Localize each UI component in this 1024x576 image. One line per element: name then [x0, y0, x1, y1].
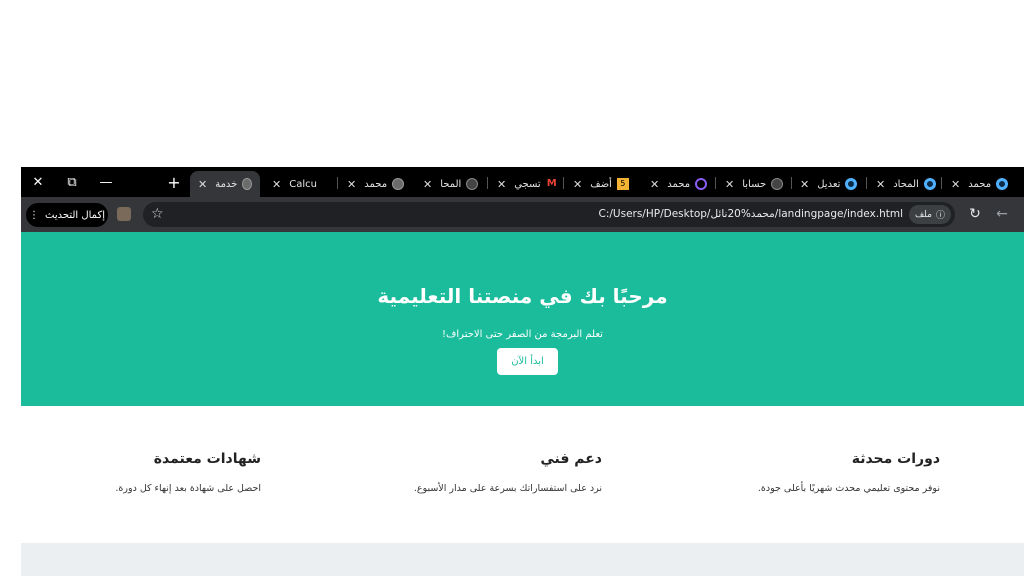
- tab-hisaba[interactable]: ✕ حسابا: [725, 171, 784, 197]
- tab-close-icon[interactable]: ✕: [272, 178, 281, 191]
- tab-separator: [866, 177, 867, 189]
- feature-text: نرد على استفساراتك بسرعة على مدار الأسبو…: [413, 483, 602, 494]
- browser-window: ✕ ⧉ — + ✕ خدمة ✕ Calcu ✕ محمد ✕ المحا ✕ …: [21, 167, 1024, 576]
- tab-close-icon[interactable]: ✕: [347, 178, 356, 191]
- address-bar[interactable]: ☆ C:/Users/HP/Desktop/محمد%20نائل/landin…: [143, 202, 955, 227]
- start-now-button[interactable]: ابدأ الآن: [497, 348, 558, 375]
- globe-icon: [392, 178, 405, 190]
- tab-separator: [563, 177, 564, 189]
- tab-tasjeel[interactable]: ✕ تسجي M: [497, 171, 558, 197]
- site-info-chip[interactable]: ملف ⓘ: [908, 205, 951, 224]
- tab-title: خدمة: [215, 178, 238, 190]
- gmail-icon: M: [546, 178, 557, 189]
- hero-section: مرحبًا بك في منصتنا التعليمية تعلم البرم…: [21, 232, 1024, 406]
- tab-almuha[interactable]: ✕ المحا: [423, 171, 479, 197]
- tab-title: محمد: [667, 178, 691, 190]
- tab-close-icon[interactable]: ✕: [800, 178, 809, 191]
- feature-tech-support: دعم فني نرد على استفساراتك بسرعة على مدا…: [342, 451, 602, 494]
- info-icon: ⓘ: [935, 211, 945, 221]
- tab-close-icon[interactable]: ✕: [497, 178, 506, 191]
- tab-title: تسجي: [514, 178, 541, 190]
- tab-taadil[interactable]: ✕ تعديل: [800, 171, 858, 197]
- feature-updated-courses: دورات محدثة نوفر محتوى تعليمي محدث شهريً…: [680, 451, 940, 494]
- tab-separator: [715, 177, 716, 189]
- tab-close-icon[interactable]: ✕: [198, 178, 207, 191]
- purple-ring-icon: [695, 178, 708, 190]
- tab-close-icon[interactable]: ✕: [951, 178, 960, 191]
- more-menu-icon: ⋮: [29, 209, 40, 221]
- tab-close-icon[interactable]: ✕: [725, 178, 734, 191]
- reload-icon: ↻: [969, 206, 981, 222]
- update-button[interactable]: ⋮ إكمال التحديث: [26, 203, 108, 227]
- tab-separator: [337, 177, 338, 189]
- feature-certificates: شهادات معتمدة احصل على شهادة بعد إنهاء ك…: [21, 451, 261, 494]
- site-info-label: ملف: [914, 209, 932, 220]
- window-minimize-button[interactable]: —: [89, 167, 123, 197]
- bookmark-star-icon[interactable]: ☆: [151, 202, 164, 227]
- tab-separator: [791, 177, 792, 189]
- ring-icon: [845, 178, 858, 190]
- hero-subtitle: تعلم البرمجة من الصفر حتى الاحتراف!: [442, 329, 603, 340]
- url-text: C:/Users/HP/Desktop/محمد%20نائل/landingp…: [598, 208, 904, 220]
- globe-icon: [242, 178, 252, 190]
- feature-text: نوفر محتوى تعليمي محدث شهريًا بأعلى جودة…: [757, 483, 940, 494]
- tab-title: تعديل: [817, 178, 841, 190]
- tab-close-icon[interactable]: ✕: [650, 178, 659, 191]
- feature-title: شهادات معتمدة: [153, 451, 261, 467]
- tab-title: المحاد: [893, 178, 919, 190]
- number-badge-icon: 5: [616, 178, 629, 190]
- back-arrow-icon: ←: [996, 206, 1008, 222]
- tab-title: Calcu: [289, 178, 317, 190]
- tab-title: المحا: [440, 178, 462, 190]
- tab-close-icon[interactable]: ✕: [423, 178, 432, 191]
- window-close-button[interactable]: ✕: [21, 167, 55, 197]
- tab-mohammed-1[interactable]: ✕ محمد: [347, 171, 405, 197]
- tab-khidma[interactable]: ✕ خدمة: [190, 171, 260, 197]
- back-button[interactable]: ←: [991, 203, 1013, 225]
- tab-adef[interactable]: ✕ أضف 5: [573, 171, 629, 197]
- update-button-label: إكمال التحديث: [45, 209, 105, 221]
- ring-icon: [996, 178, 1009, 190]
- ring-icon: [923, 178, 936, 190]
- tab-strip: ✕ ⧉ — + ✕ خدمة ✕ Calcu ✕ محمد ✕ المحا ✕ …: [21, 167, 1024, 197]
- tab-title: محمد: [968, 178, 992, 190]
- tab-calcu[interactable]: ✕ Calcu: [272, 171, 317, 197]
- extension-icon[interactable]: [117, 207, 131, 221]
- github-icon: [771, 178, 784, 190]
- tab-mohammed-3[interactable]: ✕ محمد: [951, 171, 1009, 197]
- tab-title: حسابا: [742, 178, 767, 190]
- tab-title: محمد: [364, 178, 388, 190]
- reload-button[interactable]: ↻: [964, 203, 986, 225]
- feature-title: دعم فني: [540, 451, 602, 467]
- tab-almuhad[interactable]: ✕ المحاد: [876, 171, 936, 197]
- browser-toolbar: ⋮ إكمال التحديث ☆ C:/Users/HP/Desktop/مح…: [21, 197, 1024, 232]
- tab-close-icon[interactable]: ✕: [876, 178, 885, 191]
- tab-mohammed-2[interactable]: ✕ محمد: [650, 171, 708, 197]
- footer-band: [21, 543, 1024, 576]
- feature-title: دورات محدثة: [851, 451, 940, 467]
- tab-title: أضف: [590, 178, 612, 190]
- tab-separator: [941, 177, 942, 189]
- github-icon: [466, 178, 479, 190]
- window-restore-button[interactable]: ⧉: [55, 167, 89, 197]
- tab-separator: [487, 177, 488, 189]
- new-tab-button[interactable]: +: [157, 167, 191, 197]
- tab-close-icon[interactable]: ✕: [573, 178, 582, 191]
- feature-text: احصل على شهادة بعد إنهاء كل دورة.: [115, 483, 261, 494]
- hero-title: مرحبًا بك في منصتنا التعليمية: [377, 284, 668, 308]
